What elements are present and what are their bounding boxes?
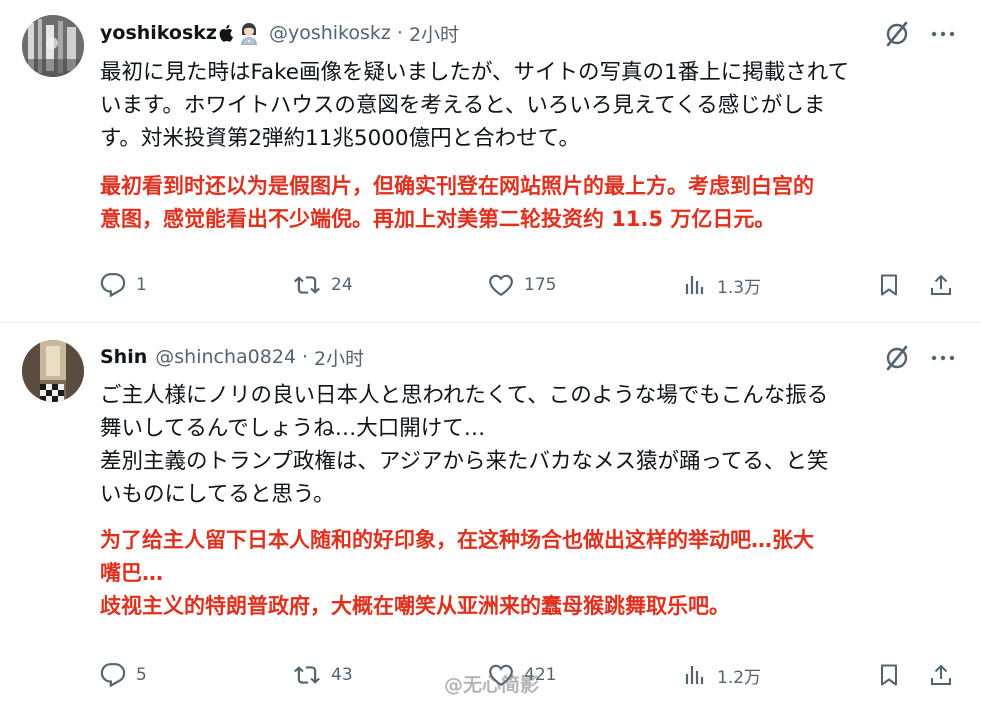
repost-icon: [294, 666, 320, 684]
like-button[interactable]: 175: [488, 270, 556, 300]
avatar[interactable]: [22, 340, 84, 402]
views-button[interactable]: 1.2万: [683, 660, 761, 690]
post-text-original: ご主人様にノリの良い日本人と思われたくて、このような場でもこんな振る 舞いしてる…: [100, 379, 960, 511]
translation-line: 意图，感觉能看出不少端倪。再加上对美第二轮投资约 11.5 万亿日元。: [100, 207, 776, 231]
watermark-text: @无心简影: [444, 673, 540, 696]
post-yoshikoskz[interactable]: yoshikoskz @yoshikoskz · 2小时 最初に見た時はFake…: [0, 0, 981, 322]
text-line: いものにしてると思う。: [100, 482, 335, 507]
views-icon: [685, 666, 704, 684]
avatar[interactable]: [22, 15, 84, 77]
share-button[interactable]: [929, 660, 953, 690]
views-icon: [685, 276, 704, 294]
separator: ·: [302, 346, 309, 368]
text-line: 最初に見た時はFake画像を疑いましたが、サイトの写真の1番上に掲載されて: [100, 60, 850, 85]
bookmark-icon: [881, 664, 897, 686]
bookmark-button[interactable]: [877, 270, 901, 300]
repost-count: 43: [331, 665, 353, 685]
views-button[interactable]: 1.3万: [683, 270, 761, 300]
post-text-original: 最初に見た時はFake画像を疑いましたが、サイトの写真の1番上に掲載されて いま…: [100, 56, 960, 155]
view-count: 1.3万: [717, 277, 762, 298]
reply-icon: [100, 273, 126, 298]
post-divider: [0, 322, 981, 323]
share-button[interactable]: [929, 270, 953, 300]
reply-button[interactable]: 5: [100, 660, 147, 690]
post-shin[interactable]: Shin @shincha0824 · 2小时 ご主人様にノリの良い日本人と思わ…: [0, 324, 981, 712]
share-icon: [931, 274, 951, 295]
text-line: ご主人様にノリの良い日本人と思われたくて、このような場でもこんな振る: [100, 383, 829, 408]
share-icon: [931, 664, 951, 685]
like-count: 175: [524, 275, 557, 295]
reply-count: 1: [136, 275, 147, 295]
text-line: す。対米投資第2弾約11兆5000億円と合わせて。: [100, 126, 580, 151]
woman-technologist-emoji: [237, 21, 261, 45]
translation-line: 为了给主人留下日本人随和的好印象，在这种场合也做出这样的举动吧…张大: [100, 528, 814, 552]
translation-line: 最初看到时还以为是假图片，但确实刊登在网站照片的最上方。考虑到白宫的: [100, 174, 814, 198]
action-bar: 1 24 175 1.3万: [0, 270, 981, 300]
handle[interactable]: @shincha0824: [155, 346, 296, 368]
bookmark-button[interactable]: [877, 660, 901, 690]
display-name[interactable]: Shin: [100, 346, 147, 368]
separator: ·: [396, 22, 403, 44]
translation-line: 歧视主义的特朗普政府，大概在嘲笑从亚洲来的蠢母猴跳舞取乐吧。: [100, 594, 730, 618]
repost-button[interactable]: 24: [293, 270, 353, 300]
repost-count: 24: [331, 275, 353, 295]
post-header: yoshikoskz @yoshikoskz · 2小时: [100, 18, 459, 48]
reply-icon: [100, 663, 126, 688]
apple-icon: [219, 24, 235, 42]
post-text-translation: 最初看到时还以为是假图片，但确实刊登在网站照片的最上方。考虑到白宫的 意图，感觉…: [100, 170, 960, 236]
text-line: 差別主義のトランプ政権は、アジアから来たバカなメス猿が踊ってる、と笑: [100, 449, 829, 474]
repost-icon: [294, 276, 320, 294]
more-options-icon[interactable]: [931, 22, 955, 46]
handle[interactable]: @yoshikoskz: [269, 22, 391, 44]
timestamp[interactable]: 2小时: [409, 20, 459, 47]
display-name[interactable]: yoshikoskz: [100, 22, 217, 44]
post-text-translation: 为了给主人留下日本人随和的好印象，在这种场合也做出这样的举动吧…张大 嘴巴… 歧…: [100, 524, 960, 623]
reply-count: 5: [136, 665, 147, 685]
repost-button[interactable]: 43: [293, 660, 353, 690]
reply-button[interactable]: 1: [100, 270, 147, 300]
post-header: Shin @shincha0824 · 2小时: [100, 342, 364, 372]
heart-icon: [489, 274, 513, 297]
timestamp[interactable]: 2小时: [314, 344, 364, 371]
more-options-icon[interactable]: [931, 346, 955, 370]
bookmark-icon: [881, 274, 897, 296]
grok-icon[interactable]: [883, 344, 911, 372]
view-count: 1.2万: [717, 667, 762, 688]
text-line: 舞いしてるんでしょうね…大口開けて…: [100, 416, 486, 441]
grok-icon[interactable]: [883, 20, 911, 48]
translation-line: 嘴巴…: [100, 561, 163, 585]
text-line: います。ホワイトハウスの意図を考えると、いろいろ見えてくる感じがしま: [100, 93, 826, 118]
watermark: @无心简影: [444, 668, 539, 698]
